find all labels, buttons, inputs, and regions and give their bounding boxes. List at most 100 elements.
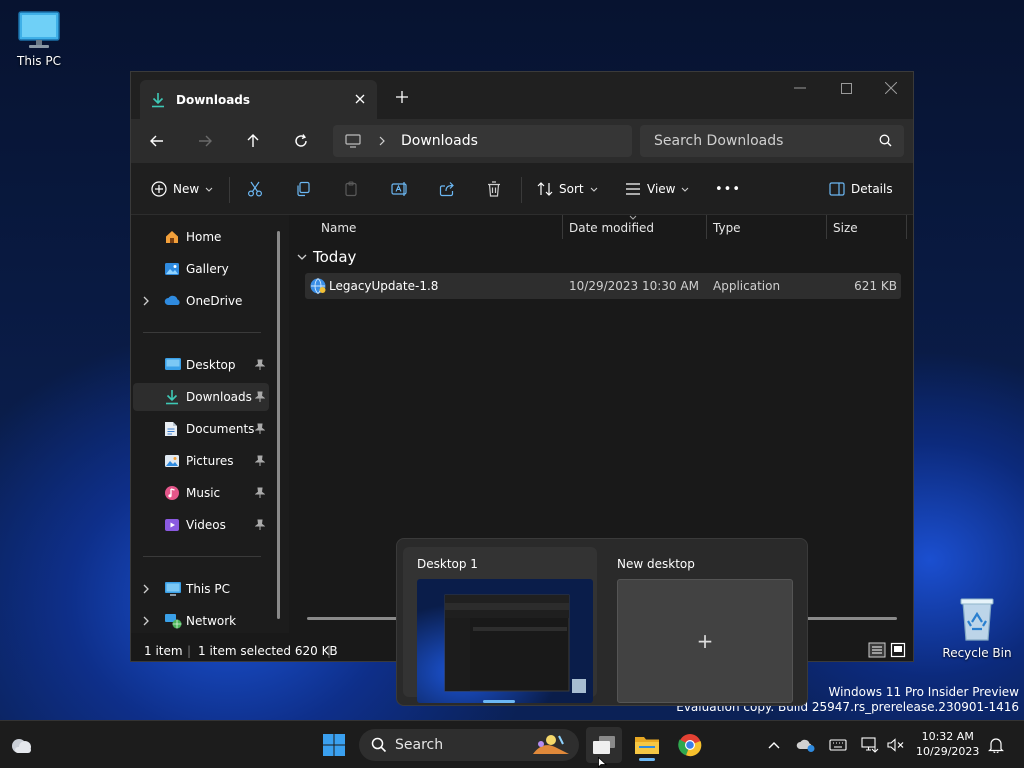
pictures-icon [165,455,179,467]
column-header-date-modified[interactable]: Date modified [569,215,654,241]
keyboard-layout-button[interactable] [826,733,850,757]
close-tab-button[interactable] [351,90,369,108]
status-item-count: 1 item [144,644,183,658]
paste-button[interactable] [343,176,359,202]
column-header-name[interactable]: Name [321,215,356,241]
table-row[interactable]: LegacyUpdate-1.8 10/29/2023 10:30 AM App… [305,273,901,299]
sidebar-item-gallery[interactable]: Gallery [133,255,269,283]
new-label: New [173,182,200,196]
sidebar-item-network[interactable]: Network [133,607,269,635]
close-window-button[interactable] [868,74,914,102]
music-icon [165,486,179,500]
sidebar-item-this-pc[interactable]: This PC [133,575,269,603]
sort-button[interactable]: Sort [537,176,598,202]
sidebar-item-videos[interactable]: Videos [133,511,269,539]
toolbar-divider [521,177,522,203]
column-divider[interactable] [906,215,907,239]
title-bar: Downloads [131,72,913,119]
details-button[interactable]: Details [829,176,893,202]
maximize-button[interactable] [823,74,869,102]
cut-button[interactable] [247,176,263,202]
network-status-button[interactable] [858,733,882,757]
sidebar-item-music[interactable]: Music [133,479,269,507]
sidebar-item-label: Pictures [186,454,234,468]
new-tab-button[interactable] [391,86,413,108]
details-pane-icon [829,182,845,196]
speaker-muted-icon [887,738,904,752]
new-desktop-button[interactable]: + [617,579,793,703]
videos-icon [165,519,179,531]
onedrive-tray-icon[interactable] [794,733,818,757]
sidebar-item-home[interactable]: Home [133,223,269,251]
sidebar-item-downloads[interactable]: Downloads [133,383,269,411]
pin-icon [255,519,265,530]
mouse-cursor-icon [598,757,607,768]
more-options-button[interactable]: ••• [715,176,741,202]
minimize-button[interactable] [777,74,823,102]
status-divider: | [327,644,332,658]
column-header-size[interactable]: Size [833,215,858,241]
chrome-icon [678,734,702,757]
documents-icon [165,422,177,436]
rename-button[interactable] [391,176,409,202]
current-desktop-indicator [483,700,515,703]
network-icon [165,614,182,629]
sidebar-scrollbar[interactable] [277,231,280,619]
desktop-recycle-bin[interactable]: Recycle Bin [939,596,1015,660]
start-button[interactable] [316,727,352,763]
new-desktop-label: New desktop [617,557,695,571]
column-divider[interactable] [826,215,827,239]
delete-button[interactable] [487,176,501,202]
forward-button[interactable] [191,128,219,154]
chevron-right-icon[interactable] [143,584,149,594]
task-view-icon [593,736,615,754]
sidebar-item-pictures[interactable]: Pictures [133,447,269,475]
column-divider[interactable] [706,215,707,239]
tiles-view-icon[interactable] [890,642,906,658]
taskbar-chrome[interactable] [672,727,708,763]
new-desktop-card[interactable]: New desktop + [603,547,797,703]
show-hidden-icons-button[interactable] [762,733,786,757]
sidebar-item-documents[interactable]: Documents [133,415,269,443]
group-header-today[interactable]: Today [297,248,356,266]
refresh-button[interactable] [287,128,315,154]
widgets-button[interactable] [4,727,40,763]
breadcrumb-downloads[interactable]: Downloads [401,133,478,149]
search-input[interactable]: Search Downloads [640,125,904,157]
folder-icon [635,737,659,754]
arrow-up-icon [247,134,259,147]
sidebar-item-label: Documents [186,422,255,436]
share-button[interactable] [439,176,455,202]
new-button[interactable]: New [151,176,213,202]
view-label: View [647,182,676,196]
sidebar-item-desktop[interactable]: Desktop [133,351,269,379]
back-button[interactable] [143,128,171,154]
system-clock[interactable]: 10:32 AM 10/29/2023 [916,729,979,759]
volume-button[interactable] [884,733,908,757]
status-divider: | [187,644,192,658]
chevron-right-icon[interactable] [143,296,149,306]
taskbar-file-explorer[interactable] [629,727,665,763]
sidebar-item-onedrive[interactable]: OneDrive [133,287,269,315]
chevron-right-icon[interactable] [143,616,149,626]
notifications-button[interactable] [984,733,1008,757]
close-icon [355,94,365,104]
desktop-1-thumbnail[interactable] [417,579,593,703]
group-label: Today [313,248,357,266]
up-button[interactable] [239,128,267,154]
sidebar-item-label: OneDrive [186,294,243,308]
copy-button[interactable] [295,176,311,202]
tab-downloads[interactable]: Downloads [140,80,377,119]
address-bar[interactable]: Downloads [333,125,632,157]
column-header-type[interactable]: Type [713,215,741,241]
sidebar-item-label: Music [186,486,221,500]
details-view-icon[interactable] [868,642,886,658]
taskbar-search-box[interactable]: Search [359,729,579,761]
this-pc-icon [165,582,181,596]
desktop-this-pc-label: This PC [17,54,61,68]
column-divider[interactable] [562,215,563,239]
desktop-1-card[interactable]: Desktop 1 [403,547,597,703]
view-button[interactable]: View [625,176,689,202]
desktop-this-pc[interactable]: This PC [3,10,75,68]
more-options-label: ••• [715,181,742,197]
